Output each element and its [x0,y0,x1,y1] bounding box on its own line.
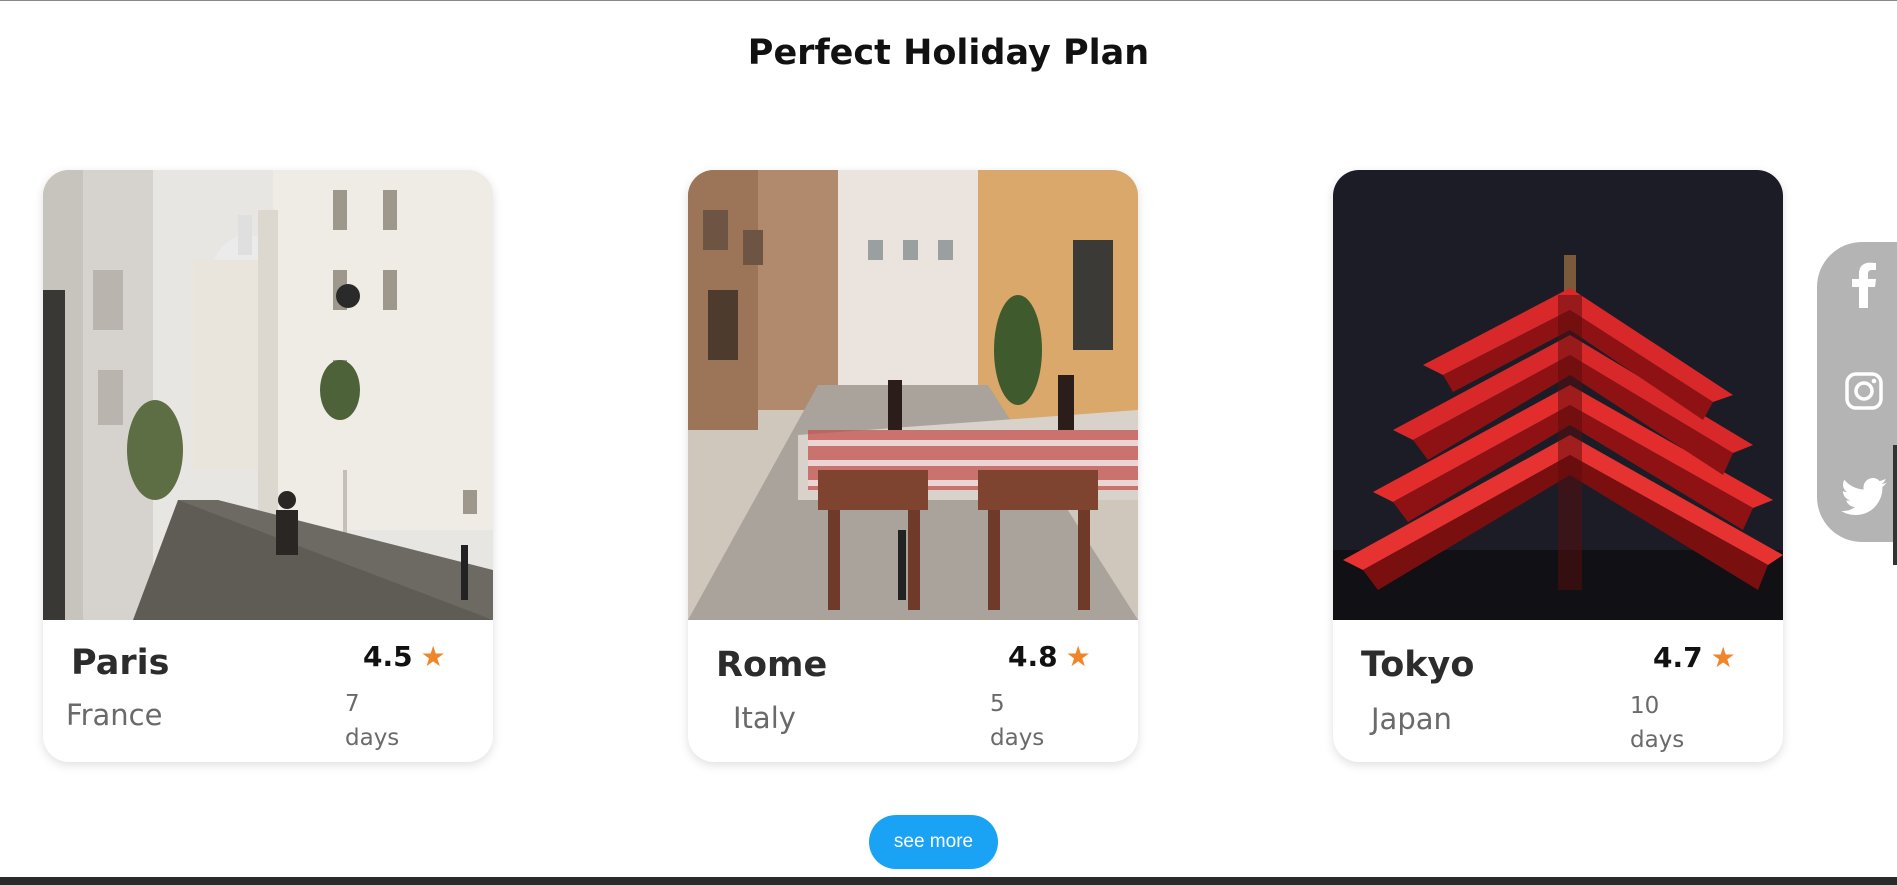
rating-value: 4.7 [1653,641,1703,674]
card-rating: 4.5 ★ [363,640,446,673]
duration-unit: days [990,725,1045,751]
card-duration: 5 days [990,687,1050,755]
status-bar [0,877,1897,885]
destination-card-rome[interactable]: Rome Italy 4.8 ★ 5 days [688,170,1138,762]
destination-card-paris[interactable]: Paris France 4.5 ★ 7 days [43,170,493,762]
duration-number: 5 [990,691,1005,717]
destination-card-tokyo[interactable]: Tokyo Japan 4.7 ★ 10 days [1333,170,1783,762]
scrollbar-thumb[interactable] [1893,445,1897,565]
rating-value: 4.8 [1008,640,1058,673]
card-rating: 4.8 ★ [1008,640,1091,673]
duration-unit: days [345,725,400,751]
star-icon: ★ [420,640,446,673]
duration-number: 10 [1630,693,1660,719]
card-duration: 10 days [1630,689,1690,757]
card-city: Tokyo [1361,645,1475,685]
star-icon: ★ [1065,640,1091,673]
social-sidebar [1817,242,1897,542]
page-title: Perfect Holiday Plan [747,33,1150,73]
duration-unit: days [1630,727,1685,753]
tokyo-pagoda-photo [1333,170,1783,620]
card-country: Italy [733,701,796,735]
duration-number: 7 [345,691,360,717]
twitter-icon[interactable] [1841,474,1887,520]
facebook-icon[interactable] [1841,262,1887,308]
paris-street-photo [43,170,493,620]
rating-value: 4.5 [363,640,413,673]
card-rating: 4.7 ★ [1653,641,1736,674]
star-icon: ★ [1710,641,1736,674]
card-country: Japan [1371,702,1452,736]
card-city: Paris [71,643,170,683]
card-city: Rome [716,645,828,685]
instagram-icon[interactable] [1841,368,1887,414]
rome-cafe-photo [688,170,1138,620]
see-more-button[interactable]: see more [869,815,998,869]
page: Perfect Holiday Plan Paris France 4.5 ★ … [0,0,1897,885]
card-country: France [66,698,163,732]
card-duration: 7 days [345,687,405,755]
